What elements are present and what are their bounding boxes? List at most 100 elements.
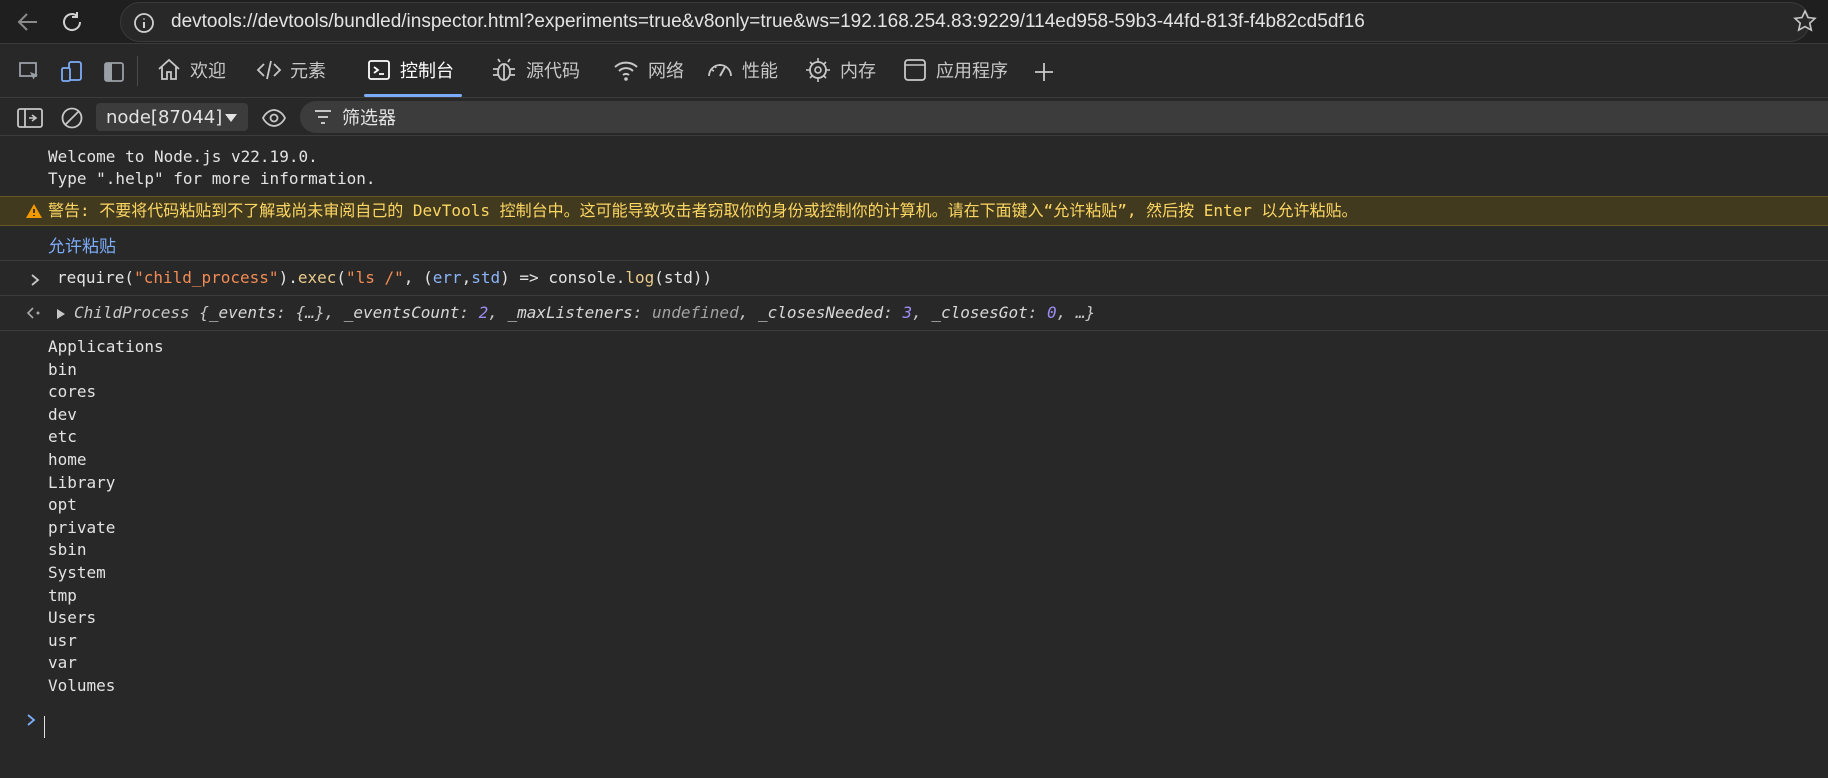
stdout-line: bin bbox=[48, 359, 77, 379]
console-prompt-input[interactable] bbox=[44, 716, 45, 738]
filter-input[interactable]: 筛选器 bbox=[300, 101, 1828, 133]
tab-label: 源代码 bbox=[526, 61, 580, 82]
arrow-left-icon bbox=[17, 13, 37, 31]
tab-performance[interactable]: 性能 bbox=[706, 44, 778, 96]
code-variable: std bbox=[471, 268, 501, 287]
code-token: , bbox=[912, 303, 932, 322]
filter-icon bbox=[315, 110, 331, 124]
code-token: , bbox=[461, 268, 472, 287]
panel-left-icon bbox=[104, 62, 124, 82]
message-divider bbox=[0, 295, 1828, 296]
more-tabs-button[interactable] bbox=[1030, 58, 1058, 86]
tab-label: 应用程序 bbox=[936, 61, 1008, 82]
back-button[interactable] bbox=[12, 6, 44, 38]
stdout-line: Library bbox=[48, 472, 116, 492]
info-icon[interactable] bbox=[133, 12, 155, 34]
stdout-line: sbin bbox=[48, 540, 87, 560]
browser-address-bar: devtools://devtools/bundled/inspector.ht… bbox=[0, 0, 1828, 44]
code-token: , bbox=[738, 303, 758, 322]
input-prompt-icon bbox=[31, 274, 40, 286]
gauge-icon bbox=[708, 64, 732, 77]
devtools-tab-bar: 欢迎 元素 控制台 源代码 网络 性能 内存 应用程序 bbox=[0, 44, 1828, 98]
tab-console[interactable]: 控制台 bbox=[364, 44, 462, 97]
code-function: exec bbox=[297, 268, 337, 287]
code-token: : bbox=[1027, 303, 1047, 322]
stdout-output: Applications bin cores dev etc home Libr… bbox=[48, 336, 164, 698]
code-token: : bbox=[632, 303, 652, 322]
code-token: { bbox=[189, 303, 209, 322]
stdout-line: Applications bbox=[48, 337, 164, 356]
console-input-entry[interactable]: require("child_process").exec("ls /", (e… bbox=[57, 267, 712, 289]
omnibox[interactable]: devtools://devtools/bundled/inspector.ht… bbox=[120, 2, 1810, 42]
object-key: _events bbox=[208, 303, 277, 322]
expand-triangle-icon[interactable] bbox=[56, 308, 66, 320]
object-number: 3 bbox=[902, 303, 913, 322]
wifi-icon bbox=[614, 61, 638, 81]
code-token: ) => console. bbox=[500, 268, 626, 287]
tab-sources[interactable]: 源代码 bbox=[490, 44, 580, 96]
tab-elements[interactable]: 元素 bbox=[256, 44, 326, 96]
select-element-icon bbox=[19, 62, 38, 80]
code-token: require( bbox=[57, 268, 135, 287]
stdout-line: Users bbox=[48, 608, 97, 628]
stdout-line: tmp bbox=[48, 585, 77, 605]
clear-console-button[interactable] bbox=[58, 104, 86, 132]
code-token: : bbox=[883, 303, 903, 322]
reload-button[interactable] bbox=[56, 6, 88, 38]
dock-side-button[interactable] bbox=[100, 58, 128, 86]
tab-network[interactable]: 网络 bbox=[612, 44, 684, 96]
stdout-line: etc bbox=[48, 427, 77, 447]
stdout-line: cores bbox=[48, 382, 97, 402]
stdout-line: opt bbox=[48, 495, 77, 515]
tab-memory[interactable]: 内存 bbox=[804, 44, 876, 96]
allow-paste-link[interactable]: 允许粘贴 bbox=[48, 232, 116, 257]
active-tab-indicator bbox=[364, 94, 462, 97]
code-function: log bbox=[625, 268, 655, 287]
object-key: _closesNeeded bbox=[757, 303, 884, 322]
code-string: "ls /" bbox=[346, 268, 404, 287]
console-toolbar: node[87044] 筛选器 bbox=[0, 98, 1828, 136]
bookmark-star-icon[interactable] bbox=[1792, 8, 1818, 34]
url-text[interactable]: devtools://devtools/bundled/inspector.ht… bbox=[171, 11, 1365, 33]
code-token: , …} bbox=[1056, 303, 1096, 322]
code-icon bbox=[256, 60, 282, 80]
tab-label: 控制台 bbox=[400, 61, 454, 82]
code-variable: err bbox=[432, 268, 462, 287]
plus-icon bbox=[1035, 63, 1053, 81]
warning-text: 警告: 不要将代码粘贴到不了解或尚未审阅自己的 DevTools 控制台中。这可… bbox=[48, 201, 1358, 220]
device-toolbar-button[interactable] bbox=[58, 58, 86, 86]
stdout-line: dev bbox=[48, 404, 77, 424]
welcome-message: Type ".help" for more information. bbox=[48, 169, 376, 188]
console-result[interactable]: ChildProcess {_events: {…}, _eventsCount… bbox=[74, 302, 1095, 324]
code-token: (std)) bbox=[654, 268, 713, 287]
code-token: , bbox=[488, 303, 508, 322]
object-key: _maxListeners bbox=[507, 303, 633, 322]
warning-icon bbox=[26, 204, 42, 218]
tab-application[interactable]: 应用程序 bbox=[902, 44, 1008, 96]
context-label: node[87044] bbox=[106, 106, 223, 128]
chip-icon bbox=[806, 58, 830, 82]
sidebar-toggle-button[interactable] bbox=[16, 104, 44, 132]
stdout-line: Volumes bbox=[48, 675, 116, 695]
tab-welcome[interactable]: 欢迎 bbox=[156, 44, 226, 96]
stdout-line: System bbox=[48, 562, 106, 582]
tab-label: 欢迎 bbox=[190, 61, 226, 82]
tab-label: 性能 bbox=[742, 61, 778, 82]
tab-separator bbox=[137, 56, 138, 86]
welcome-message: Welcome to Node.js v22.19.0. bbox=[48, 147, 318, 166]
console-output: Welcome to Node.js v22.19.0. Type ".help… bbox=[0, 136, 1828, 778]
object-number: 2 bbox=[478, 303, 489, 322]
object-number: 0 bbox=[1046, 303, 1057, 322]
reload-icon bbox=[63, 12, 82, 31]
paste-warning: 警告: 不要将代码粘贴到不了解或尚未审阅自己的 DevTools 控制台中。这可… bbox=[0, 196, 1828, 226]
inspect-element-button[interactable] bbox=[16, 58, 44, 86]
code-token: : bbox=[459, 303, 479, 322]
context-selector[interactable]: node[87044] bbox=[96, 103, 248, 131]
stdout-line: private bbox=[48, 517, 116, 537]
device-icon bbox=[61, 61, 82, 82]
tab-label: 网络 bbox=[648, 61, 684, 82]
stdout-line: home bbox=[48, 449, 87, 469]
live-expression-button[interactable] bbox=[260, 104, 288, 132]
object-class-name: ChildProcess bbox=[74, 303, 190, 322]
object-undefined: undefined bbox=[652, 303, 739, 322]
